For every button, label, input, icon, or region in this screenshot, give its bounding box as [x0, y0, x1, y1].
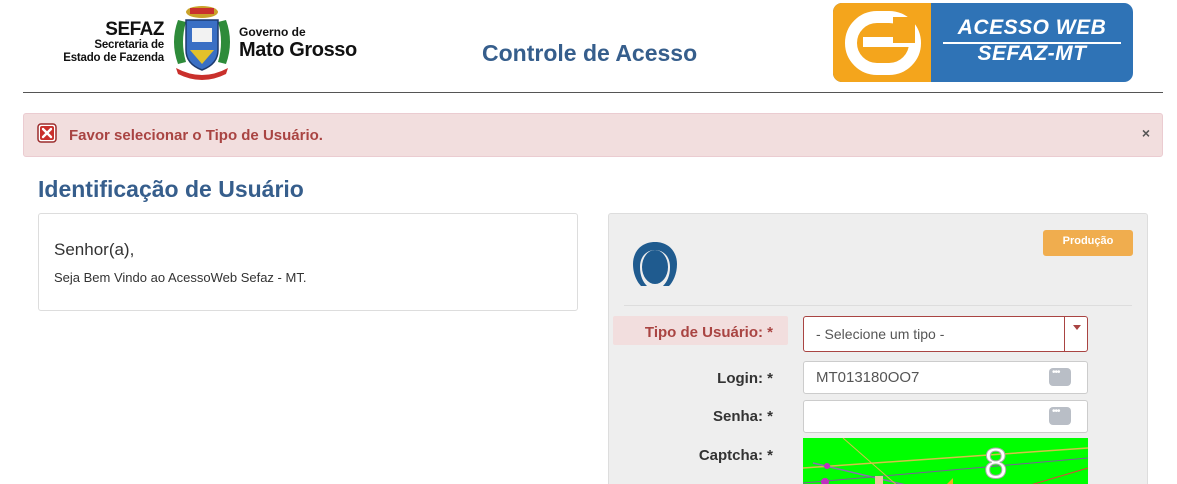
section-title: Identificação de Usuário	[38, 176, 304, 202]
governo-label: Governo de	[239, 25, 306, 39]
sefaz-logo: SEFAZ Secretaria de Estado de Fazenda Go…	[52, 2, 357, 84]
password-manager-icon[interactable]	[1049, 367, 1071, 386]
acesso-logo-mark	[833, 3, 931, 82]
login-field[interactable]	[803, 361, 1088, 394]
environment-badge: Produção	[1043, 230, 1133, 256]
svg-text:8: 8	[983, 442, 1008, 484]
page-title: Controle de Acesso	[482, 40, 698, 66]
governo-wordmark: Governo de Mato Grosso	[239, 25, 357, 62]
acesso-logo-line-2: SEFAZ-MT	[977, 42, 1087, 65]
password-field[interactable]	[803, 400, 1088, 433]
sefaz-subtitle-2: Estado de Fazenda	[63, 52, 164, 64]
sefaz-title: SEFAZ	[105, 19, 164, 40]
mato-grosso-crest-icon	[174, 6, 230, 80]
password-label: Senha: *	[712, 408, 773, 425]
chevron-down-icon[interactable]	[1064, 317, 1087, 351]
captcha-image: 8	[803, 438, 1088, 484]
header-divider	[23, 92, 1163, 93]
welcome-panel: Senhor(a), Seja Bem Vindo ao AcessoWeb S…	[38, 213, 578, 311]
password-input[interactable]	[804, 401, 1044, 432]
user-avatar-icon	[633, 242, 677, 286]
user-type-selected-value: - Selecione um tipo -	[816, 326, 945, 342]
state-name: Mato Grosso	[239, 39, 357, 61]
acesso-web-logo: ACESSO WEB SEFAZ-MT	[833, 3, 1133, 82]
sefaz-wordmark: SEFAZ Secretaria de Estado de Fazenda	[52, 20, 164, 65]
alert-message: Favor selecionar o Tipo de Usuário.	[69, 127, 323, 144]
user-type-label: Tipo de Usuário: *	[644, 324, 773, 341]
password-manager-icon[interactable]	[1049, 406, 1071, 425]
page-header: SEFAZ Secretaria de Estado de Fazenda Go…	[0, 0, 1177, 93]
error-x-icon	[37, 123, 57, 143]
letter-a-icon	[845, 11, 921, 75]
login-panel: Produção Tipo de Usuário: * - Selecione …	[608, 213, 1148, 484]
login-divider	[624, 305, 1132, 306]
user-type-select[interactable]: - Selecione um tipo -	[803, 316, 1088, 352]
welcome-greeting: Senhor(a),	[54, 240, 135, 259]
captcha-label: Captcha: *	[698, 447, 773, 464]
sefaz-subtitle-1: Secretaria de	[94, 39, 164, 51]
welcome-message: Seja Bem Vindo ao AcessoWeb Sefaz - MT.	[54, 270, 307, 285]
acesso-logo-text: ACESSO WEB SEFAZ-MT	[937, 15, 1127, 67]
captcha-graphic: 8	[803, 438, 1088, 484]
close-alert-button[interactable]: ×	[1142, 125, 1150, 141]
acesso-logo-rule	[943, 42, 1121, 44]
acesso-logo-line-1: ACESSO WEB	[957, 16, 1107, 39]
error-alert: Favor selecionar o Tipo de Usuário. ×	[23, 113, 1163, 157]
login-label: Login: *	[717, 370, 773, 387]
login-input[interactable]	[804, 362, 1044, 393]
